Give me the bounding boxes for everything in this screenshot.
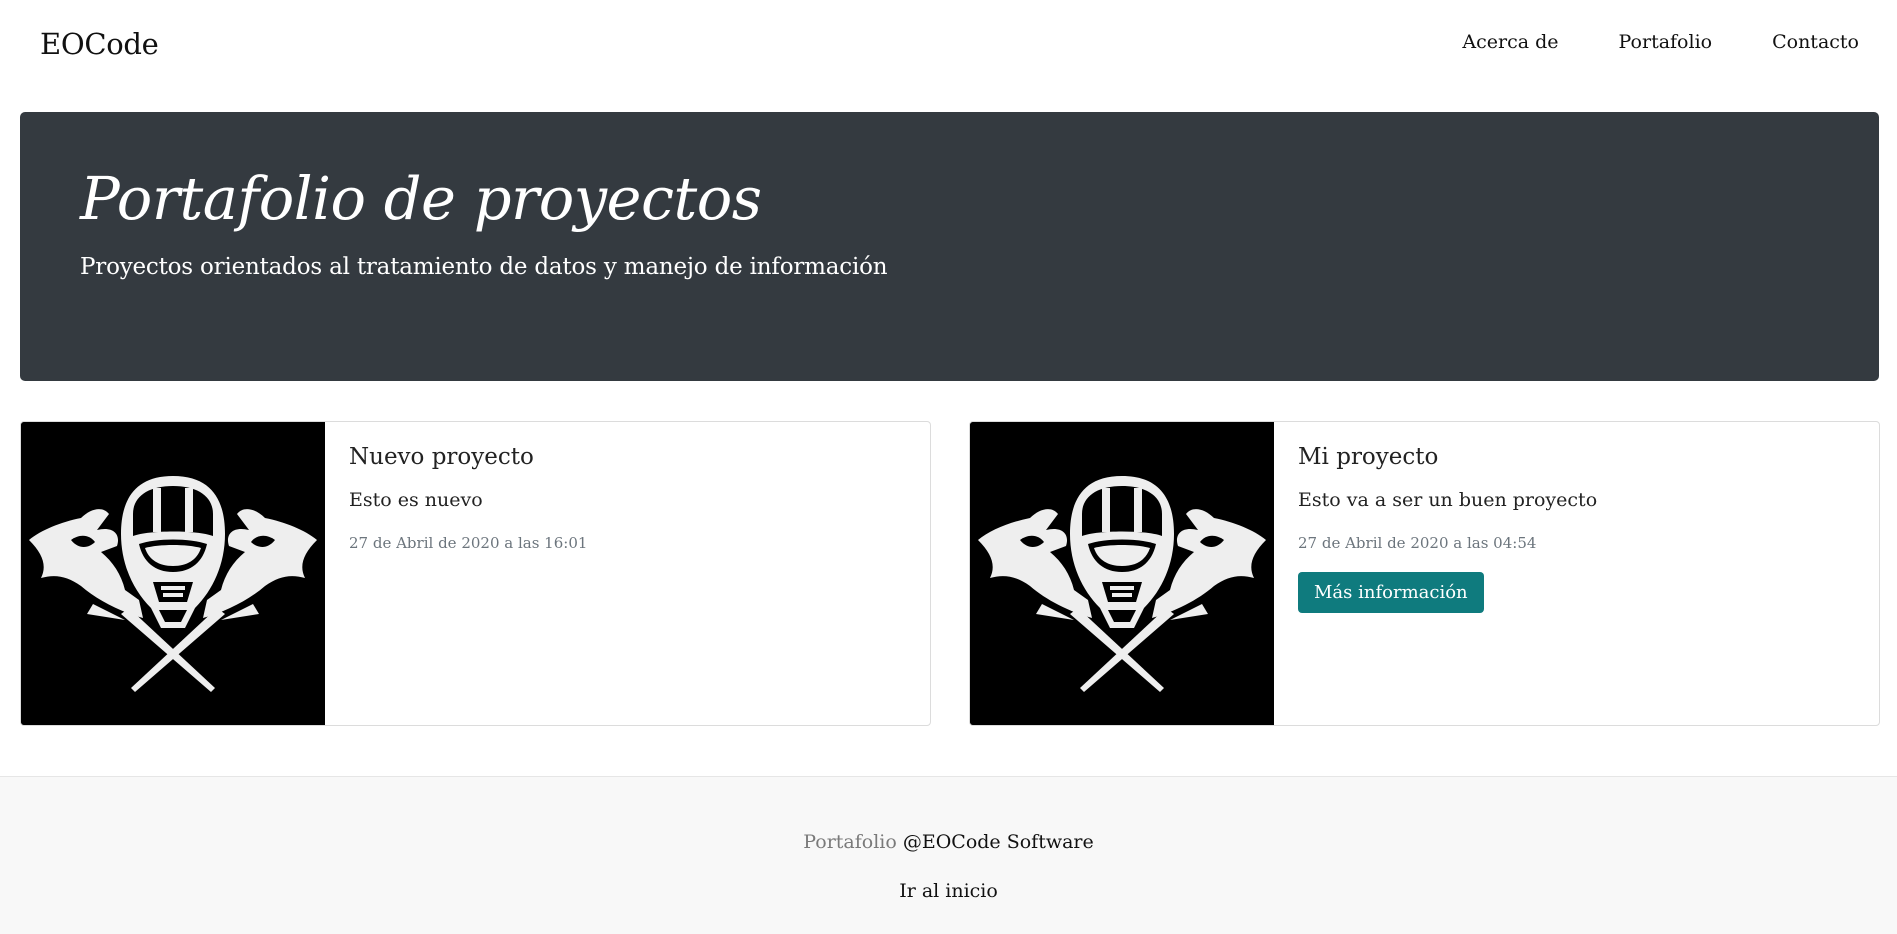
project-card: Nuevo proyecto Esto es nuevo 27 de Abril… xyxy=(20,421,931,726)
nav-link-contacto[interactable]: Contacto xyxy=(1772,31,1859,53)
project-image xyxy=(21,422,325,725)
project-image xyxy=(970,422,1274,725)
nav-links: Acerca de Portafolio Contacto xyxy=(1462,31,1859,53)
project-description: Esto es nuevo xyxy=(349,489,483,511)
page-footer: Portafolio @EOCode Software Ir al inicio xyxy=(0,776,1897,934)
project-date: 27 de Abril de 2020 a las 16:01 xyxy=(349,534,588,552)
nav-link-acerca-de[interactable]: Acerca de xyxy=(1462,31,1558,53)
top-navbar: EOCode Acerca de Portafolio Contacto xyxy=(0,0,1897,84)
emblem-icon xyxy=(21,422,325,725)
footer-credits: Portafolio @EOCode Software xyxy=(0,831,1897,853)
project-card-body: Mi proyecto Esto va a ser un buen proyec… xyxy=(1274,422,1621,725)
project-description: Esto va a ser un buen proyecto xyxy=(1298,489,1598,511)
hero-banner: Portafolio de proyectos Proyectos orient… xyxy=(20,112,1879,381)
nav-link-portafolio[interactable]: Portafolio xyxy=(1619,31,1713,53)
hero-lead: Proyectos orientados al tratamiento de d… xyxy=(80,253,888,280)
footer-owner-text: @EOCode Software xyxy=(902,831,1094,853)
hero-title: Portafolio de proyectos xyxy=(80,164,762,233)
brand-logo-link[interactable]: EOCode xyxy=(40,27,159,61)
project-title: Nuevo proyecto xyxy=(349,444,534,470)
project-date: 27 de Abril de 2020 a las 04:54 xyxy=(1298,534,1537,552)
go-home-link[interactable]: Ir al inicio xyxy=(899,880,998,902)
project-card: Mi proyecto Esto va a ser un buen proyec… xyxy=(969,421,1880,726)
footer-muted-text: Portafolio xyxy=(803,831,897,853)
more-info-button[interactable]: Más información xyxy=(1298,572,1484,613)
emblem-icon xyxy=(970,422,1274,725)
project-title: Mi proyecto xyxy=(1298,444,1439,470)
project-card-body: Nuevo proyecto Esto es nuevo 27 de Abril… xyxy=(325,422,611,725)
